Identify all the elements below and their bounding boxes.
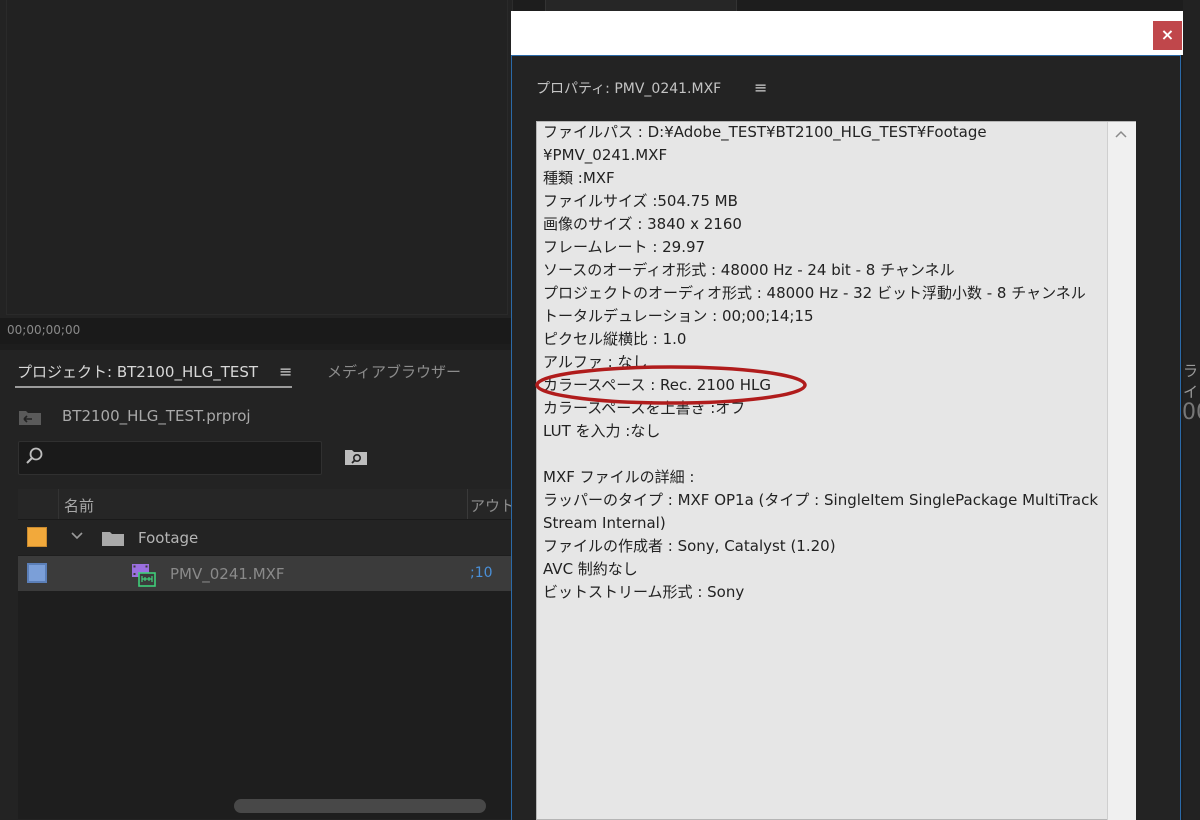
project-filename: BT2100_HLG_TEST.prproj (62, 407, 251, 425)
column-divider[interactable] (467, 489, 468, 519)
clip-out-point: ;10 (470, 565, 493, 581)
highlight-annotation (535, 365, 807, 405)
property-line: ピクセル縦横比 : 1.0 (543, 330, 687, 348)
property-line: AVC 制約なし (543, 560, 638, 578)
project-file-icon (19, 411, 41, 425)
property-line: 画像のサイズ : 3840 x 2160 (543, 215, 742, 233)
property-line: フレームレート : 29.97 (543, 238, 706, 256)
bin-name: Footage (138, 529, 199, 547)
list-item-footage-bin[interactable] (18, 520, 512, 555)
search-input[interactable] (18, 441, 322, 475)
playhead-timecode[interactable]: 00;00;00;00 (7, 323, 80, 337)
tab-project[interactable]: プロジェクト: BT2100_HLG_TEST (17, 361, 258, 382)
search-icon (26, 447, 43, 464)
active-tab-underline (15, 386, 292, 388)
property-line: LUT を入力 :なし (543, 422, 661, 440)
property-line: ¥PMV_0241.MXF (543, 146, 668, 164)
property-line (543, 443, 1103, 466)
property-line: 種類 :MXF (543, 169, 615, 187)
property-line: ソースのオーディオ形式 : 48000 Hz - 24 bit - 8 チャンネ… (543, 261, 955, 279)
property-line: トータルデュレーション : 00;00;14;15 (543, 307, 814, 325)
property-line: ラッパーのタイプ : MXF OP1a (タイプ : SingleItem Si… (543, 491, 1099, 509)
property-line: ファイルの作成者 : Sony, Catalyst (1.20) (543, 537, 836, 555)
folder-icon (102, 532, 124, 546)
panel-menu-icon[interactable]: ≡ (279, 362, 292, 381)
dialog-title: プロパティ: PMV_0241.MXF (536, 81, 722, 97)
new-search-bin-icon[interactable] (344, 446, 368, 466)
dialog-menu-icon[interactable]: ≡ (754, 78, 767, 97)
chevron-down-icon[interactable] (70, 530, 84, 542)
column-header-name[interactable]: 名前 (64, 495, 94, 516)
property-line: プロジェクトのオーディオ形式 : 48000 Hz - 32 ビット浮動小数 -… (543, 284, 1086, 302)
right-panel-tab-fragment[interactable]: ライ (1183, 360, 1200, 402)
video-clip-icon (132, 564, 156, 587)
right-panel-digits-fragment: 00 (1182, 400, 1200, 425)
column-header-out-point[interactable]: アウトポイント (470, 495, 512, 516)
property-line: MXF ファイルの詳細 : (543, 468, 695, 486)
close-button[interactable]: × (1153, 21, 1182, 50)
label-color-swatch[interactable] (27, 527, 47, 547)
property-line: ファイルサイズ :504.75 MB (543, 192, 738, 210)
dialog-titlebar[interactable] (511, 11, 1183, 55)
horizontal-scrollbar[interactable] (234, 799, 486, 813)
label-color-swatch[interactable] (27, 563, 47, 583)
property-line: Stream Internal) (543, 514, 666, 532)
label-color-column-header[interactable] (18, 489, 59, 519)
property-line: ビットストリーム形式 : Sony (543, 583, 745, 601)
property-line: ファイルパス : D:¥Adobe_TEST¥BT2100_HLG_TEST¥F… (543, 123, 987, 141)
monitor-viewport[interactable] (6, 0, 508, 315)
clip-name: PMV_0241.MXF (170, 565, 285, 583)
chevron-up-icon[interactable] (1114, 129, 1128, 139)
tab-media-browser[interactable]: メディアブラウザー (327, 361, 461, 382)
vertical-scrollbar[interactable] (1107, 122, 1136, 820)
